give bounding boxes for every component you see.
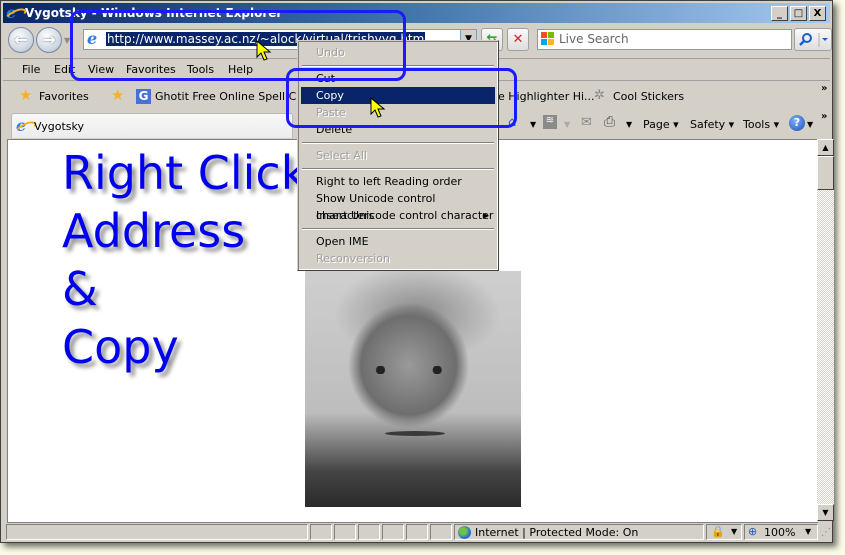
- menu-separator: [302, 142, 494, 144]
- status-cell: [310, 524, 332, 540]
- scroll-thumb[interactable]: [817, 156, 834, 190]
- feeds-icon[interactable]: ≋: [543, 115, 557, 129]
- stop-icon: ✕: [512, 32, 524, 47]
- zoom-dropdown-icon[interactable]: ▼: [805, 527, 811, 536]
- annotation-line-4: Copy: [62, 320, 179, 374]
- tab-vygotsky[interactable]: e Vygotsky: [11, 113, 293, 138]
- favorite-link-cool-stickers[interactable]: Cool Stickers: [613, 90, 684, 103]
- windows-live-logo-icon: [541, 32, 555, 46]
- search-button[interactable]: [794, 28, 832, 51]
- scroll-up-button[interactable]: ▲: [817, 139, 834, 156]
- page-menu-button[interactable]: Page ▾: [643, 118, 679, 131]
- annotation-line-2: Address: [62, 204, 246, 258]
- tools-menu-button[interactable]: Tools ▾: [743, 118, 779, 131]
- status-cell: [406, 524, 428, 540]
- minimize-button[interactable]: _: [771, 6, 788, 21]
- status-bar: Internet | Protected Mode: On 🔒 ▼ ⊕ 100%…: [3, 523, 831, 541]
- feeds-dropdown-icon[interactable]: ▼: [564, 120, 570, 129]
- print-icon[interactable]: ⎙: [604, 114, 615, 130]
- close-button[interactable]: X: [809, 6, 826, 21]
- favorites-star-icon: ★: [19, 86, 33, 104]
- annotation-line-1: Right Click: [62, 146, 308, 200]
- zoom-level: 100%: [764, 526, 796, 539]
- ie-logo-icon: e: [3, 3, 29, 25]
- context-menu-select-all[interactable]: Select All: [301, 147, 495, 164]
- context-menu-reconversion[interactable]: Reconversion: [301, 250, 495, 267]
- help-icon[interactable]: ?: [789, 115, 805, 131]
- lock-icon: 🔒: [711, 525, 725, 538]
- status-cell: [334, 524, 356, 540]
- back-arrow-icon: ←: [14, 30, 28, 49]
- tab-title: Vygotsky: [34, 120, 84, 133]
- context-menu-show-unicode[interactable]: Show Unicode control characters: [301, 190, 495, 222]
- vertical-scrollbar[interactable]: ▲ ▼: [817, 139, 834, 521]
- zoom-magnifier-icon: ⊕: [748, 525, 758, 538]
- status-cell: [430, 524, 452, 540]
- menu-separator: [302, 228, 494, 230]
- forward-arrow-icon: →: [42, 30, 56, 49]
- vygotsky-portrait-photo: [305, 271, 521, 507]
- copy-highlight-box: [286, 68, 517, 128]
- home-dropdown-icon[interactable]: ▼: [530, 120, 536, 129]
- menu-file[interactable]: File: [22, 63, 40, 76]
- security-zone-text: Internet | Protected Mode: On: [475, 526, 639, 539]
- security-zone-cell[interactable]: Internet | Protected Mode: On: [454, 524, 704, 540]
- status-cell: [358, 524, 380, 540]
- internet-globe-icon: [458, 526, 471, 539]
- favorites-overflow-chevron-icon[interactable]: »: [821, 83, 827, 94]
- sticker-icon: ✲: [594, 88, 605, 103]
- submenu-arrow-icon: ▶: [482, 211, 489, 220]
- print-dropdown-icon[interactable]: ▼: [626, 120, 632, 129]
- command-overflow-chevron-icon[interactable]: »: [821, 111, 827, 122]
- ghotit-g-icon: G: [136, 89, 151, 104]
- search-placeholder: Live Search: [559, 32, 629, 46]
- search-input[interactable]: Live Search: [537, 29, 792, 50]
- status-cell: [382, 524, 404, 540]
- lock-dropdown-icon[interactable]: ▼: [731, 527, 737, 536]
- help-dropdown-icon[interactable]: ▼: [807, 120, 813, 129]
- maximize-button[interactable]: □: [790, 6, 807, 21]
- add-favorite-icon[interactable]: ★: [111, 86, 124, 104]
- scroll-down-button[interactable]: ▼: [817, 504, 834, 521]
- status-message-cell: [6, 524, 308, 540]
- safety-menu-button[interactable]: Safety ▾: [690, 118, 734, 131]
- stop-button[interactable]: ✕: [507, 28, 529, 51]
- tab-ie-icon: e: [13, 116, 39, 138]
- favorites-button[interactable]: Favorites: [39, 90, 89, 103]
- protected-mode-cell[interactable]: 🔒 ▼: [706, 524, 742, 540]
- back-button[interactable]: ←: [8, 27, 34, 53]
- context-menu-rtl-reading-order[interactable]: Right to left Reading order: [301, 173, 495, 190]
- zoom-cell[interactable]: ⊕ 100% ▼: [744, 524, 818, 540]
- mail-icon[interactable]: ✉: [581, 115, 592, 130]
- context-menu-insert-unicode[interactable]: Insert Unicode control character ▶: [301, 207, 495, 224]
- forward-button[interactable]: →: [36, 27, 62, 53]
- context-menu-open-ime[interactable]: Open IME: [301, 233, 495, 250]
- menu-separator: [302, 168, 494, 170]
- resize-grip-icon[interactable]: ⋰: [821, 527, 831, 538]
- annotation-line-3: &: [62, 262, 98, 316]
- insert-unicode-label: Insert Unicode control character: [316, 209, 494, 222]
